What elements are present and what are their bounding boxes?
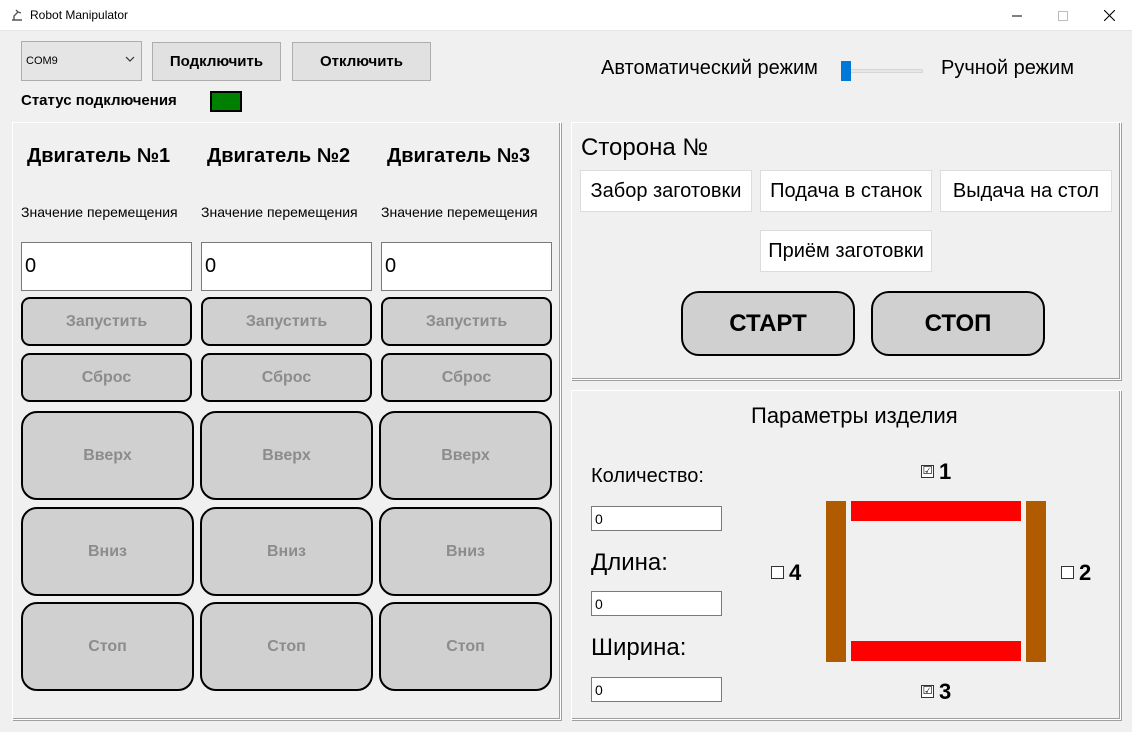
start-button[interactable]: СТАРТ [681,291,855,356]
motor-2-run-button[interactable]: Запустить [201,297,372,346]
manual-mode-label: Ручной режим [941,57,1074,79]
width-label: Ширина: [591,634,687,661]
side-3-checkbox[interactable]: ☑ [921,685,934,698]
length-label: Длина: [591,549,668,576]
side-3-number: 3 [939,679,952,704]
minimize-button[interactable] [994,0,1040,31]
motor-1-reset-button[interactable]: Сброс [21,353,192,402]
chevron-down-icon [125,56,135,62]
motor-3-down-button[interactable]: Вниз [379,507,552,596]
com-port-value: COM9 [26,55,58,67]
side-1-checkbox[interactable]: ☑ [921,465,934,478]
maximize-icon [1058,10,1068,21]
params-title: Параметры изделия [751,403,958,428]
close-button[interactable] [1086,0,1132,31]
side-3-bar [851,641,1021,661]
side-1-bar [851,501,1021,521]
motor-2-title: Двигатель №2 [207,145,351,167]
side-2-checkbox[interactable] [1061,566,1074,579]
motor-2-reset-button[interactable]: Сброс [201,353,372,402]
receive-blank-button[interactable]: Приём заготовки [760,230,932,272]
connect-button[interactable]: Подключить [152,42,281,81]
side-2-number: 2 [1079,560,1092,585]
motor-1-down-button[interactable]: Вниз [21,507,194,596]
motor-3-stop-button[interactable]: Стоп [379,602,552,691]
motor-3-up-button[interactable]: Вверх [379,411,552,500]
com-port-select[interactable]: COM9 [21,41,142,81]
pick-blank-button[interactable]: Забор заготовки [580,170,752,212]
stop-button[interactable]: СТОП [871,291,1045,356]
motor-2-up-button[interactable]: Вверх [200,411,373,500]
output-table-button[interactable]: Выдача на стол [940,170,1112,212]
motor-1-run-button[interactable]: Запустить [21,297,192,346]
motor-3-reset-button[interactable]: Сброс [381,353,552,402]
width-input[interactable]: 0 [591,677,722,702]
motor-1-up-button[interactable]: Вверх [21,411,194,500]
feed-machine-button[interactable]: Подача в станок [760,170,932,212]
mode-slider-track[interactable] [846,69,923,73]
connection-status-indicator [210,91,242,112]
mode-slider-thumb[interactable] [841,61,851,81]
connection-status-label: Статус подключения [21,92,177,109]
disconnect-button[interactable]: Отключить [292,42,431,81]
motor-3-move-label: Значение перемещения [381,204,538,220]
motor-2-down-button[interactable]: Вниз [200,507,373,596]
quantity-label: Количество: [591,465,704,487]
motor-3-move-input[interactable]: 0 [381,242,552,291]
length-input[interactable]: 0 [591,591,722,616]
side-2-bar [1026,501,1046,662]
side-1-number: 1 [939,459,952,484]
title-bar: Robot Manipulator [0,0,1132,31]
motor-1-move-input[interactable]: 0 [21,242,192,291]
auto-mode-label: Автоматический режим [601,57,818,79]
minimize-icon [1012,15,1022,16]
motor-2-move-input[interactable]: 0 [201,242,372,291]
motor-1-stop-button[interactable]: Стоп [21,602,194,691]
motor-3-run-button[interactable]: Запустить [381,297,552,346]
maximize-button[interactable] [1040,0,1086,31]
side-number-title: Сторона № [581,134,709,161]
side-4-bar [826,501,846,662]
side-4-number: 4 [789,560,802,585]
motor-2-stop-button[interactable]: Стоп [200,602,373,691]
window-title: Robot Manipulator [30,8,129,22]
side-4-checkbox[interactable] [771,566,784,579]
close-icon [1103,10,1115,21]
quantity-input[interactable]: 0 [591,506,722,531]
motor-1-title: Двигатель №1 [27,145,171,167]
motor-3-title: Двигатель №3 [387,145,531,167]
motor-1-move-label: Значение перемещения [21,204,178,220]
motor-2-move-label: Значение перемещения [201,204,358,220]
robot-arm-icon [12,9,22,21]
